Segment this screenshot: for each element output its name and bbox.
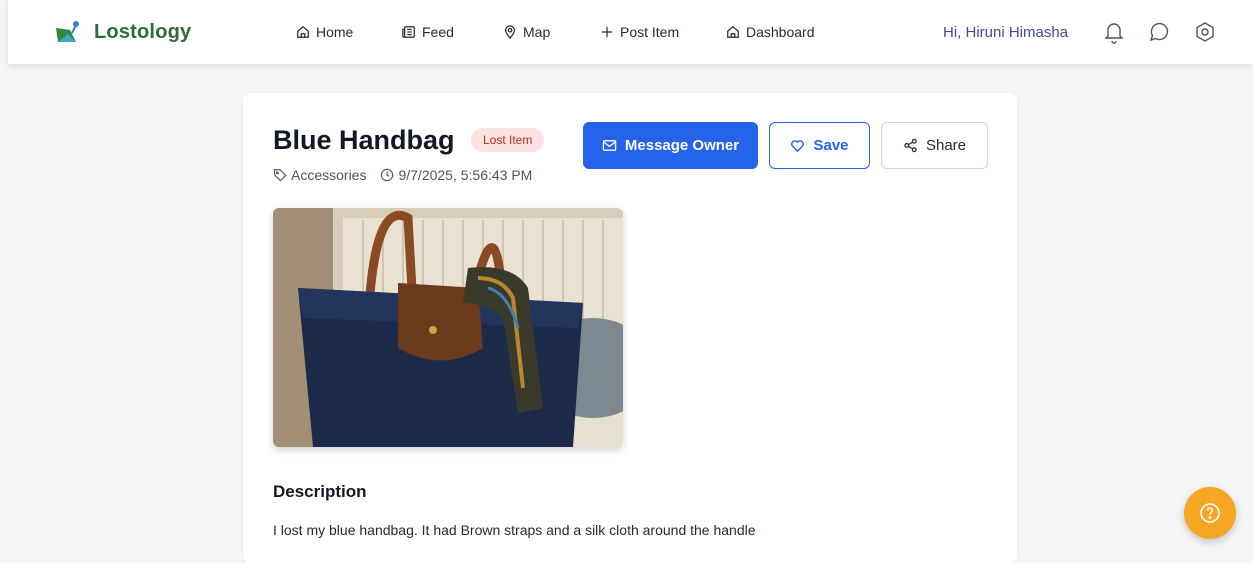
settings-icon[interactable] xyxy=(1193,20,1217,44)
save-button[interactable]: Save xyxy=(769,122,870,169)
mail-icon xyxy=(602,140,617,151)
heart-icon xyxy=(791,140,805,153)
user-greeting[interactable]: Hi, Hiruni Himasha xyxy=(943,24,1068,41)
clock-icon xyxy=(381,168,394,182)
map-pin-icon xyxy=(505,25,515,39)
item-meta: Accessories 9/7/2025, 5:56:43 PM xyxy=(273,167,532,183)
tag-icon xyxy=(273,169,287,182)
chat-icon[interactable] xyxy=(1147,20,1171,44)
newspaper-icon xyxy=(402,26,415,38)
nav-feed[interactable]: Feed xyxy=(402,24,454,40)
handbag-photo xyxy=(273,208,623,447)
item-detail-card: Blue Handbag Lost Item Accessories 9/7/2… xyxy=(243,93,1017,563)
description-text: I lost my blue handbag. It had Brown str… xyxy=(273,522,756,538)
nav-home[interactable]: Home xyxy=(296,24,353,40)
nav-dashboard-label: Dashboard xyxy=(746,24,815,40)
item-photo[interactable] xyxy=(273,208,623,447)
share-button[interactable]: Share xyxy=(881,122,988,169)
nav-map[interactable]: Map xyxy=(503,24,550,40)
nav-post-item[interactable]: Post Item xyxy=(600,24,679,40)
plus-icon xyxy=(601,26,613,38)
save-label: Save xyxy=(813,137,849,154)
share-icon xyxy=(904,138,917,153)
nav-home-label: Home xyxy=(316,24,354,40)
brand[interactable]: Lostology xyxy=(54,20,191,44)
share-label: Share xyxy=(925,137,967,154)
message-owner-button[interactable]: Message Owner xyxy=(583,122,758,169)
top-navbar: Lostology Home Feed Map Post Item Dashbo… xyxy=(8,0,1253,64)
status-badge: Lost Item xyxy=(471,128,545,152)
nav-map-label: Map xyxy=(523,24,551,40)
help-button[interactable] xyxy=(1184,487,1236,539)
help-icon xyxy=(1200,503,1220,523)
brand-logo-icon xyxy=(56,21,79,42)
home-icon xyxy=(727,25,739,38)
brand-name: Lostology xyxy=(94,20,192,43)
message-owner-label: Message Owner xyxy=(624,137,740,154)
nav-post-item-label: Post Item xyxy=(620,24,680,40)
item-category: Accessories xyxy=(291,167,367,183)
item-timestamp: 9/7/2025, 5:56:43 PM xyxy=(398,167,533,183)
item-title: Blue Handbag xyxy=(273,125,455,155)
bell-icon[interactable] xyxy=(1102,20,1126,44)
nav-dashboard[interactable]: Dashboard xyxy=(726,24,815,40)
nav-feed-label: Feed xyxy=(422,24,454,40)
description-heading: Description xyxy=(273,482,367,501)
home-icon xyxy=(297,25,309,38)
